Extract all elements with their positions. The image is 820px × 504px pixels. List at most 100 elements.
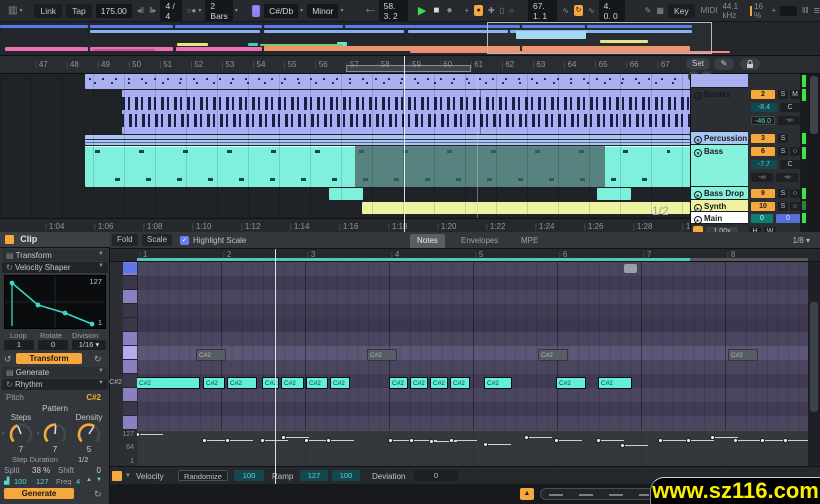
solo-button[interactable]: S [778,189,788,198]
randomize-value[interactable]: 100 [234,470,264,481]
velocity-point[interactable] [620,443,625,448]
ramp-from-value[interactable]: 127 [300,470,328,481]
loop-switch-icon[interactable]: ↻ [574,5,583,16]
new-icon[interactable]: + [464,6,469,15]
scale-button[interactable]: Scale [142,234,172,246]
midi-note[interactable]: C#2 [389,377,408,389]
velocity-point[interactable] [260,438,265,443]
send-a-field[interactable]: -46.0 [751,116,775,125]
send-b-field[interactable]: -∞ [778,116,800,125]
play-icon[interactable]: ▸ [694,216,702,224]
velocity-point[interactable] [554,438,559,443]
piano-key[interactable] [123,416,137,430]
arm-button[interactable]: ○ [790,147,800,156]
tap-button[interactable]: Tap [66,4,92,18]
midi-note[interactable]: C#2 [281,377,304,389]
volume-field[interactable]: -7.7 [751,160,777,169]
shift-value[interactable]: 0 [97,466,101,475]
nudge-down-icon[interactable]: ◂‖ [137,6,144,15]
draw-mode-button[interactable]: ✎ [714,58,734,70]
piano-key[interactable] [123,374,137,388]
midi-note[interactable]: C#2 [484,377,512,389]
tab-envelopes[interactable]: Envelopes [454,234,505,248]
groove-icon[interactable]: ○● [187,6,197,15]
freq-up-icon[interactable]: ▲ [86,477,92,483]
transform-tool-select[interactable]: ↻ Velocity Shaper▼ [2,262,108,273]
link-button[interactable]: Link [34,4,62,18]
loop-end-handle[interactable] [624,264,637,273]
time-ruler[interactable]: 1:041:061:081:101:121:141:161:181:201:22… [0,218,690,232]
pan-field[interactable]: C [780,160,800,169]
freq-down-icon[interactable]: ▼ [96,477,102,483]
scale-root-menu[interactable]: C#/Db [264,4,298,18]
midi-note[interactable]: C#2 [306,377,328,389]
arm-button[interactable]: ○ [790,202,800,211]
track-number[interactable]: 10 [751,202,775,211]
midi-beat-ruler[interactable]: 12345678 [110,249,820,262]
ghost-midi-note[interactable]: C#2 [538,349,568,361]
velocity-shaper-graph[interactable]: 127 1 [4,275,106,329]
midi-note[interactable]: C#2 [203,377,225,389]
cpu-add-icon[interactable]: + [771,6,776,15]
track-header-group[interactable] [691,74,748,88]
velocity-point[interactable] [686,438,691,443]
highlight-scale-checkbox[interactable]: ✓ [180,236,189,245]
loop-value[interactable]: 1 [4,340,34,350]
transform-apply-button[interactable]: Transform [16,353,82,364]
solo-button[interactable]: S [778,90,788,99]
track-header-bass-drop[interactable]: ▸Bass Drop [691,187,748,200]
main-value-b[interactable]: 0 [776,214,800,223]
track-number[interactable]: 9 [751,189,775,198]
midi-note[interactable]: C#2 [430,377,448,389]
track-header-percussion[interactable]: ▾Percussion [691,132,748,145]
piano-key[interactable] [123,304,137,318]
grid-setting[interactable]: 1/8 ▾ [793,236,810,245]
volume-field[interactable]: -8.4 [751,103,777,112]
fold-icon[interactable]: ▾ [694,92,702,100]
velocity-point[interactable] [449,438,454,443]
midi-scrollbar[interactable] [808,262,820,466]
velocity-point[interactable] [304,438,309,443]
steps-dec-icon[interactable]: ‹ [2,430,4,437]
midi-note[interactable]: C#2 [556,377,586,389]
piano-key[interactable] [123,402,137,416]
punch-in-icon[interactable]: ▯ [500,6,504,15]
grid-mode-icon[interactable]: ▦ [656,6,664,15]
midi-overdub-icon[interactable]: ● [474,5,483,16]
solo-button[interactable]: S [778,147,788,156]
send-b-field[interactable]: -∞ [776,173,798,182]
play-icon[interactable]: ▸ [694,204,702,212]
play-button[interactable]: ▶ [418,4,426,17]
fold-panel-button[interactable]: ▲ [520,488,534,500]
piano-key-strip[interactable] [123,262,137,430]
ramp-to-value[interactable]: 100 [332,470,360,481]
capture-midi-icon[interactable]: ○ [509,6,514,15]
midi-note[interactable]: C#2 [227,377,257,389]
midi-note[interactable]: C#2 [137,377,200,389]
velocity-point[interactable] [596,438,601,443]
stop-button[interactable]: ■ [433,5,439,16]
velocity-point[interactable] [658,438,663,443]
set-locator-button[interactable]: Set [686,58,710,70]
velocity-point[interactable] [202,438,207,443]
tab-notes[interactable]: Notes [410,234,445,248]
clip-tab[interactable]: Clip [0,232,110,248]
scale-name-menu[interactable]: Minor [307,4,338,18]
record-button[interactable]: ● [446,5,452,16]
velocity-point[interactable] [409,438,414,443]
midi-note-grid[interactable]: C#2C#2C#2C#2C#2C#2C#2C#2C#2C#2C#2C#2C#2C… [137,262,808,430]
track-number[interactable]: 3 [751,134,775,143]
arrangement-overview[interactable] [0,22,820,56]
automation-arm-icon[interactable]: ✚ [488,6,495,15]
track-header-synth-riser[interactable]: ▸Synth Riser [691,200,748,212]
solo-button[interactable]: S [778,202,788,211]
generate-refresh-icon[interactable]: ↻ [94,489,102,500]
velocity-point[interactable] [783,438,788,443]
velocity-point[interactable] [388,438,393,443]
track-header-breaks[interactable]: ▾Breaks [691,88,748,132]
ghost-midi-note[interactable]: C#2 [728,349,758,361]
midi-note[interactable]: C#2 [262,377,279,389]
midi-note[interactable]: C#2 [598,377,632,389]
key-map-button[interactable]: Key [668,4,695,18]
tempo-field[interactable]: 175.00 [96,4,132,18]
